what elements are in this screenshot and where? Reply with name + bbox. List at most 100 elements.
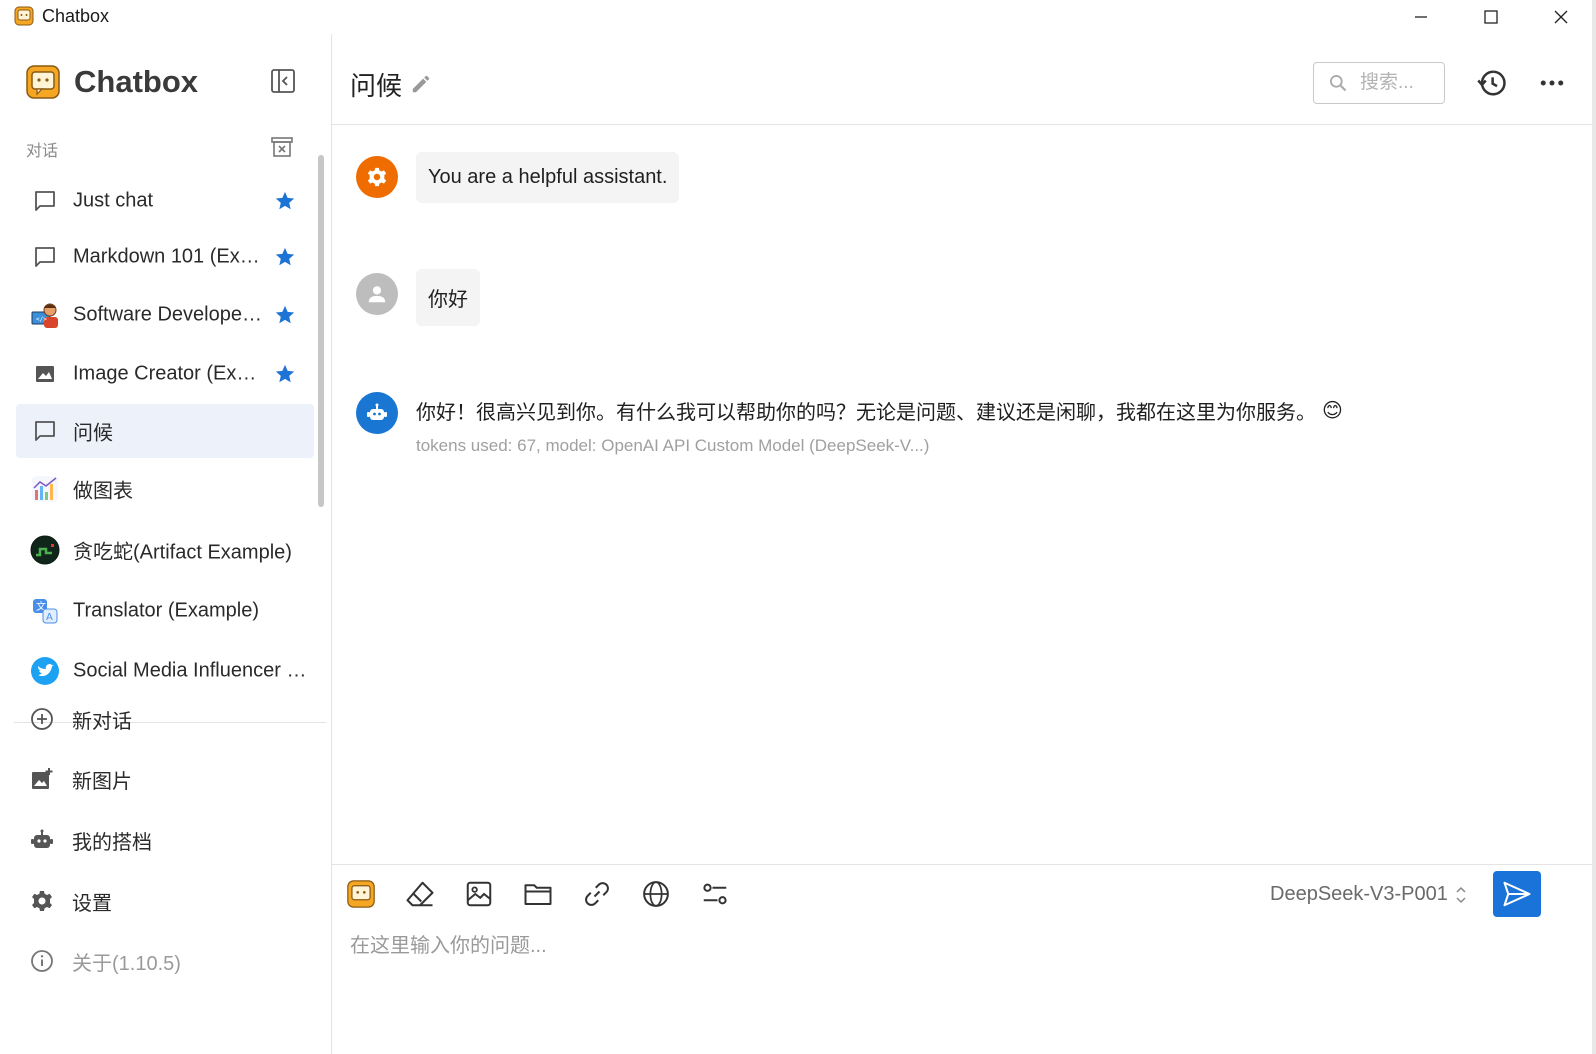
- attach-link-button[interactable]: [580, 877, 614, 911]
- globe-icon: [643, 881, 669, 907]
- conversation-label: Just chat: [73, 189, 154, 212]
- message-content: 你好！很高兴见到你。有什么我可以帮助你的吗？无论是问题、建议还是闲聊，我都在这里…: [416, 402, 1316, 424]
- clear-conversations-button[interactable]: [270, 136, 294, 158]
- image-icon: [30, 359, 60, 389]
- conversation-label: Software Developer (Example): [73, 303, 265, 326]
- translate-avatar-icon: 文 A: [30, 596, 60, 626]
- history-button[interactable]: [1477, 68, 1507, 98]
- message-text: 你好！很高兴见到你。有什么我可以帮助你的吗？无论是问题、建议还是闲聊，我都在这里…: [416, 396, 1343, 425]
- maximize-button[interactable]: [1456, 0, 1526, 34]
- snake-game-avatar-icon: [30, 535, 60, 565]
- conversation-label: Image Creator (Example): [73, 362, 265, 385]
- conversation-item[interactable]: Markdown 101 (Example): [16, 230, 314, 284]
- conversation-item[interactable]: 贪吃蛇(Artifact Example): [16, 523, 314, 577]
- attach-image-button[interactable]: [462, 877, 496, 911]
- archive-clear-icon: [271, 137, 293, 157]
- collapse-sidebar-button[interactable]: [270, 68, 296, 94]
- message-list: You are a helpful assistant. 你好 你好！很高兴见到…: [332, 126, 1596, 866]
- add-image-icon: [32, 768, 53, 789]
- chatbox-logo-icon: [26, 65, 60, 99]
- menu-label: 新图片: [72, 770, 132, 793]
- info-icon: [31, 950, 53, 972]
- search-input[interactable]: [1360, 72, 1444, 94]
- conversation-item[interactable]: Just chat: [16, 174, 314, 228]
- brand: Chatbox: [26, 64, 198, 100]
- search-box[interactable]: [1313, 62, 1445, 104]
- image-icon: [466, 881, 492, 907]
- copilot-picker-button[interactable]: [344, 877, 378, 911]
- chart-avatar-icon: [30, 474, 60, 504]
- conversation-label: Social Media Influencer (Example): [73, 659, 313, 682]
- sliders-icon: [703, 883, 727, 905]
- chatbox-logo-icon: [14, 6, 34, 26]
- gear-icon: [367, 167, 387, 187]
- robot-icon: [367, 403, 387, 420]
- new-chat-button[interactable]: 新对话: [30, 699, 132, 739]
- developer-avatar-icon: </>: [30, 300, 60, 330]
- message-input[interactable]: [350, 929, 1550, 1039]
- svg-text:A: A: [46, 612, 53, 623]
- conversation-item-active[interactable]: 问候: [16, 404, 314, 458]
- chevron-up-down-icon: [1456, 886, 1466, 903]
- more-options-button[interactable]: [1537, 68, 1567, 98]
- new-image-button[interactable]: 新图片: [30, 759, 132, 799]
- conversation-title: 问候: [350, 71, 403, 101]
- conversation-label: 做图表: [73, 480, 133, 503]
- conversation-item[interactable]: Image Creator (Example): [16, 347, 314, 401]
- sidebar-scrollbar[interactable]: [318, 155, 324, 507]
- robot-icon: [31, 829, 53, 848]
- conversation-item[interactable]: 文 A Translator (Example): [16, 584, 314, 638]
- conversation-label: 贪吃蛇(Artifact Example): [73, 541, 292, 564]
- chat-bubble-icon: [30, 186, 60, 216]
- window-title: Chatbox: [42, 6, 110, 26]
- menu-label: 新对话: [72, 710, 132, 733]
- star-icon[interactable]: [274, 363, 296, 385]
- close-window-button[interactable]: [1526, 0, 1596, 34]
- sidebar: Chatbox 对话 Just chat Markdown 101 (Exa <…: [0, 34, 332, 1054]
- send-button[interactable]: [1493, 871, 1541, 917]
- chatbox-logo-icon: [347, 880, 375, 908]
- gear-icon: [32, 891, 52, 911]
- search-icon: [1330, 75, 1347, 92]
- history-icon: [1477, 70, 1506, 96]
- section-label: 对话: [26, 143, 59, 160]
- clear-context-button[interactable]: [403, 877, 437, 911]
- window-edge: [1592, 0, 1596, 1054]
- sidebar-collapse-icon: [271, 69, 295, 93]
- star-icon[interactable]: [274, 190, 296, 212]
- system-avatar: [356, 156, 398, 198]
- conversation-item[interactable]: </> Software Developer (Example): [16, 288, 314, 342]
- chat-bubble-icon: [30, 416, 60, 446]
- chat-header: 问候: [332, 34, 1596, 125]
- conversation-label: 问候: [73, 422, 113, 445]
- menu-label: 设置: [72, 892, 112, 915]
- model-selector[interactable]: DeepSeek-V3-P001: [1270, 883, 1468, 906]
- message-bubble: You are a helpful assistant.: [416, 152, 680, 203]
- pencil-icon: [412, 75, 430, 93]
- user-avatar: [356, 273, 398, 315]
- my-copilots-button[interactable]: 我的搭档: [30, 820, 152, 860]
- edit-title-button[interactable]: [410, 73, 432, 95]
- chat-settings-button[interactable]: [698, 877, 732, 911]
- brand-name: Chatbox: [74, 64, 198, 99]
- settings-button[interactable]: 设置: [30, 881, 112, 921]
- eraser-icon: [406, 881, 434, 907]
- conversation-item[interactable]: Social Media Influencer (Example): [16, 644, 314, 698]
- assistant-avatar: [356, 392, 398, 434]
- attach-file-button[interactable]: [521, 877, 555, 911]
- menu-label: 我的搭档: [72, 831, 152, 854]
- svg-text:</>: </>: [36, 316, 47, 323]
- minimize-button[interactable]: [1386, 0, 1456, 34]
- folder-icon: [524, 884, 552, 905]
- conversation-item[interactable]: 做图表: [16, 462, 314, 516]
- menu-label: 关于(1.10.5): [72, 952, 181, 975]
- send-icon: [1503, 881, 1531, 907]
- composer: DeepSeek-V3-P001: [332, 864, 1596, 1054]
- star-icon[interactable]: [274, 304, 296, 326]
- person-icon: [368, 286, 386, 303]
- smile-emoji: 😊: [1322, 400, 1343, 422]
- about-button[interactable]: 关于(1.10.5): [30, 941, 181, 981]
- web-search-button[interactable]: [639, 877, 673, 911]
- link-icon: [585, 882, 609, 906]
- star-icon[interactable]: [274, 246, 296, 268]
